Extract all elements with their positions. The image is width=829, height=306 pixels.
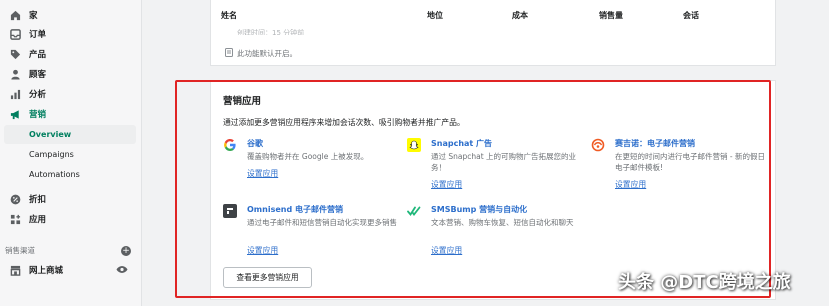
sidebar-subitem-label: Automations (29, 170, 80, 179)
app-description: 文本营销、购物车恢复、短信自动化和聊天 (431, 218, 574, 227)
sidebar-subitem-overview[interactable]: Overview (4, 125, 136, 144)
sidebar-item-customers[interactable]: 顾客 (0, 64, 136, 84)
created-time-text: 创建时间：15 分钟前 (237, 29, 305, 35)
sidebar-item-label: 应用 (29, 215, 47, 225)
app-name[interactable]: Omnisend 电子邮件营销 (247, 204, 343, 215)
app-name[interactable]: SMSBump 营销与自动化 (431, 204, 527, 215)
sidebar-item-orders[interactable]: 订单 (0, 24, 136, 44)
setup-app-link[interactable]: 设置应用 (431, 179, 462, 190)
sidebar-item-label: 订单 (29, 30, 47, 40)
column-header-sales[interactable]: 销售量 (599, 10, 623, 21)
watermark: 头条 @DTC跨境之旅 (618, 272, 791, 293)
home-icon (9, 9, 21, 21)
sales-channels-label: 销售渠道 (5, 246, 35, 255)
view-more-marketing-apps-button[interactable]: 查看更多营销应用 (223, 267, 312, 288)
sidebar-item-label: 营销 (29, 110, 47, 120)
discount-icon (9, 193, 21, 205)
app-description: 在更短的时间内进行电子邮件营销 - 新的假日电子邮件模板! (615, 152, 765, 172)
sidebar-subitem-campaigns[interactable]: Campaigns (0, 145, 136, 164)
card-description: 通过添加更多营销应用程序来增加会话次数、吸引购物者并推广产品。 (223, 118, 465, 127)
sidebar-item-marketing[interactable]: 营销 (0, 104, 136, 124)
setup-app-link[interactable]: 设置应用 (615, 179, 646, 190)
sidebar-item-label: 折扣 (29, 195, 47, 205)
marketing-apps-card: 营销应用 通过添加更多营销应用程序来增加会话次数、吸引购物者并推广产品。 谷歌 … (210, 80, 776, 300)
app-name[interactable]: 谷歌 (247, 138, 263, 149)
setup-app-link[interactable]: 设置应用 (247, 168, 278, 179)
customer-icon (9, 68, 21, 80)
sidebar-item-online-store[interactable]: 网上商城 (0, 260, 136, 280)
sales-channels-header: 销售渠道 + (5, 245, 131, 256)
column-header-cost[interactable]: 成本 (512, 10, 528, 21)
products-table-card: 姓名 地位 成本 销售量 会话 创建时间：15 分钟前 此功能默认开启。 (210, 0, 776, 66)
sidebar-item-label: 顾客 (29, 70, 47, 80)
sidebar-item-analytics[interactable]: 分析 (0, 84, 136, 104)
info-text: 此功能默认开启。 (237, 49, 297, 58)
apps-icon (9, 213, 21, 225)
setup-app-link[interactable]: 设置应用 (431, 245, 462, 256)
sidebar-item-apps[interactable]: 应用 (0, 209, 136, 229)
app-description: 通过电子邮件和短信营销自动化实现更多销售 (247, 218, 397, 227)
snapchat-icon (407, 138, 421, 152)
seguno-icon (591, 138, 605, 152)
column-header-sessions[interactable]: 会话 (683, 10, 699, 21)
store-icon (9, 264, 21, 276)
app-name[interactable]: 赛吉诺：电子邮件营销 (615, 138, 695, 149)
setup-app-link[interactable]: 设置应用 (247, 245, 278, 256)
info-line: 此功能默认开启。 (225, 48, 297, 59)
analytics-icon (9, 88, 21, 100)
add-channel-icon[interactable]: + (121, 245, 131, 256)
smsbump-icon (407, 204, 421, 218)
app-description: 通过 Snapchat 上的可购物广告拓展您的业务！ (431, 152, 577, 172)
view-eye-icon[interactable] (116, 265, 128, 277)
sidebar-item-label: 家 (29, 11, 38, 21)
app-description: 覆盖购物者并在 Google 上被发现。 (247, 152, 369, 161)
card-title: 营销应用 (223, 96, 262, 107)
megaphone-icon (9, 108, 21, 120)
google-icon (223, 138, 237, 152)
orders-icon (9, 28, 21, 40)
sidebar-item-label: 网上商城 (29, 266, 64, 276)
sidebar-subitem-label: Campaigns (29, 150, 74, 159)
sidebar-item-products[interactable]: 产品 (0, 44, 136, 64)
sidebar-subitem-label: Overview (29, 130, 72, 139)
document-icon (225, 48, 233, 59)
column-header-status[interactable]: 地位 (427, 10, 443, 21)
sidebar-item-label: 分析 (29, 90, 47, 100)
sidebar-subitem-automations[interactable]: Automations (0, 165, 136, 184)
sidebar-item-label: 产品 (29, 50, 47, 60)
column-header-name[interactable]: 姓名 (221, 10, 237, 21)
sidebar-item-discounts[interactable]: 折扣 (0, 189, 136, 209)
app-name[interactable]: Snapchat 广告 (431, 138, 492, 149)
sidebar: 家 订单 产品 顾客 分析 营销 Overview Campaigns Auto… (0, 0, 142, 306)
tag-icon (9, 48, 21, 60)
sidebar-item-home[interactable]: 家 (0, 5, 136, 25)
omnisend-icon (223, 204, 237, 218)
